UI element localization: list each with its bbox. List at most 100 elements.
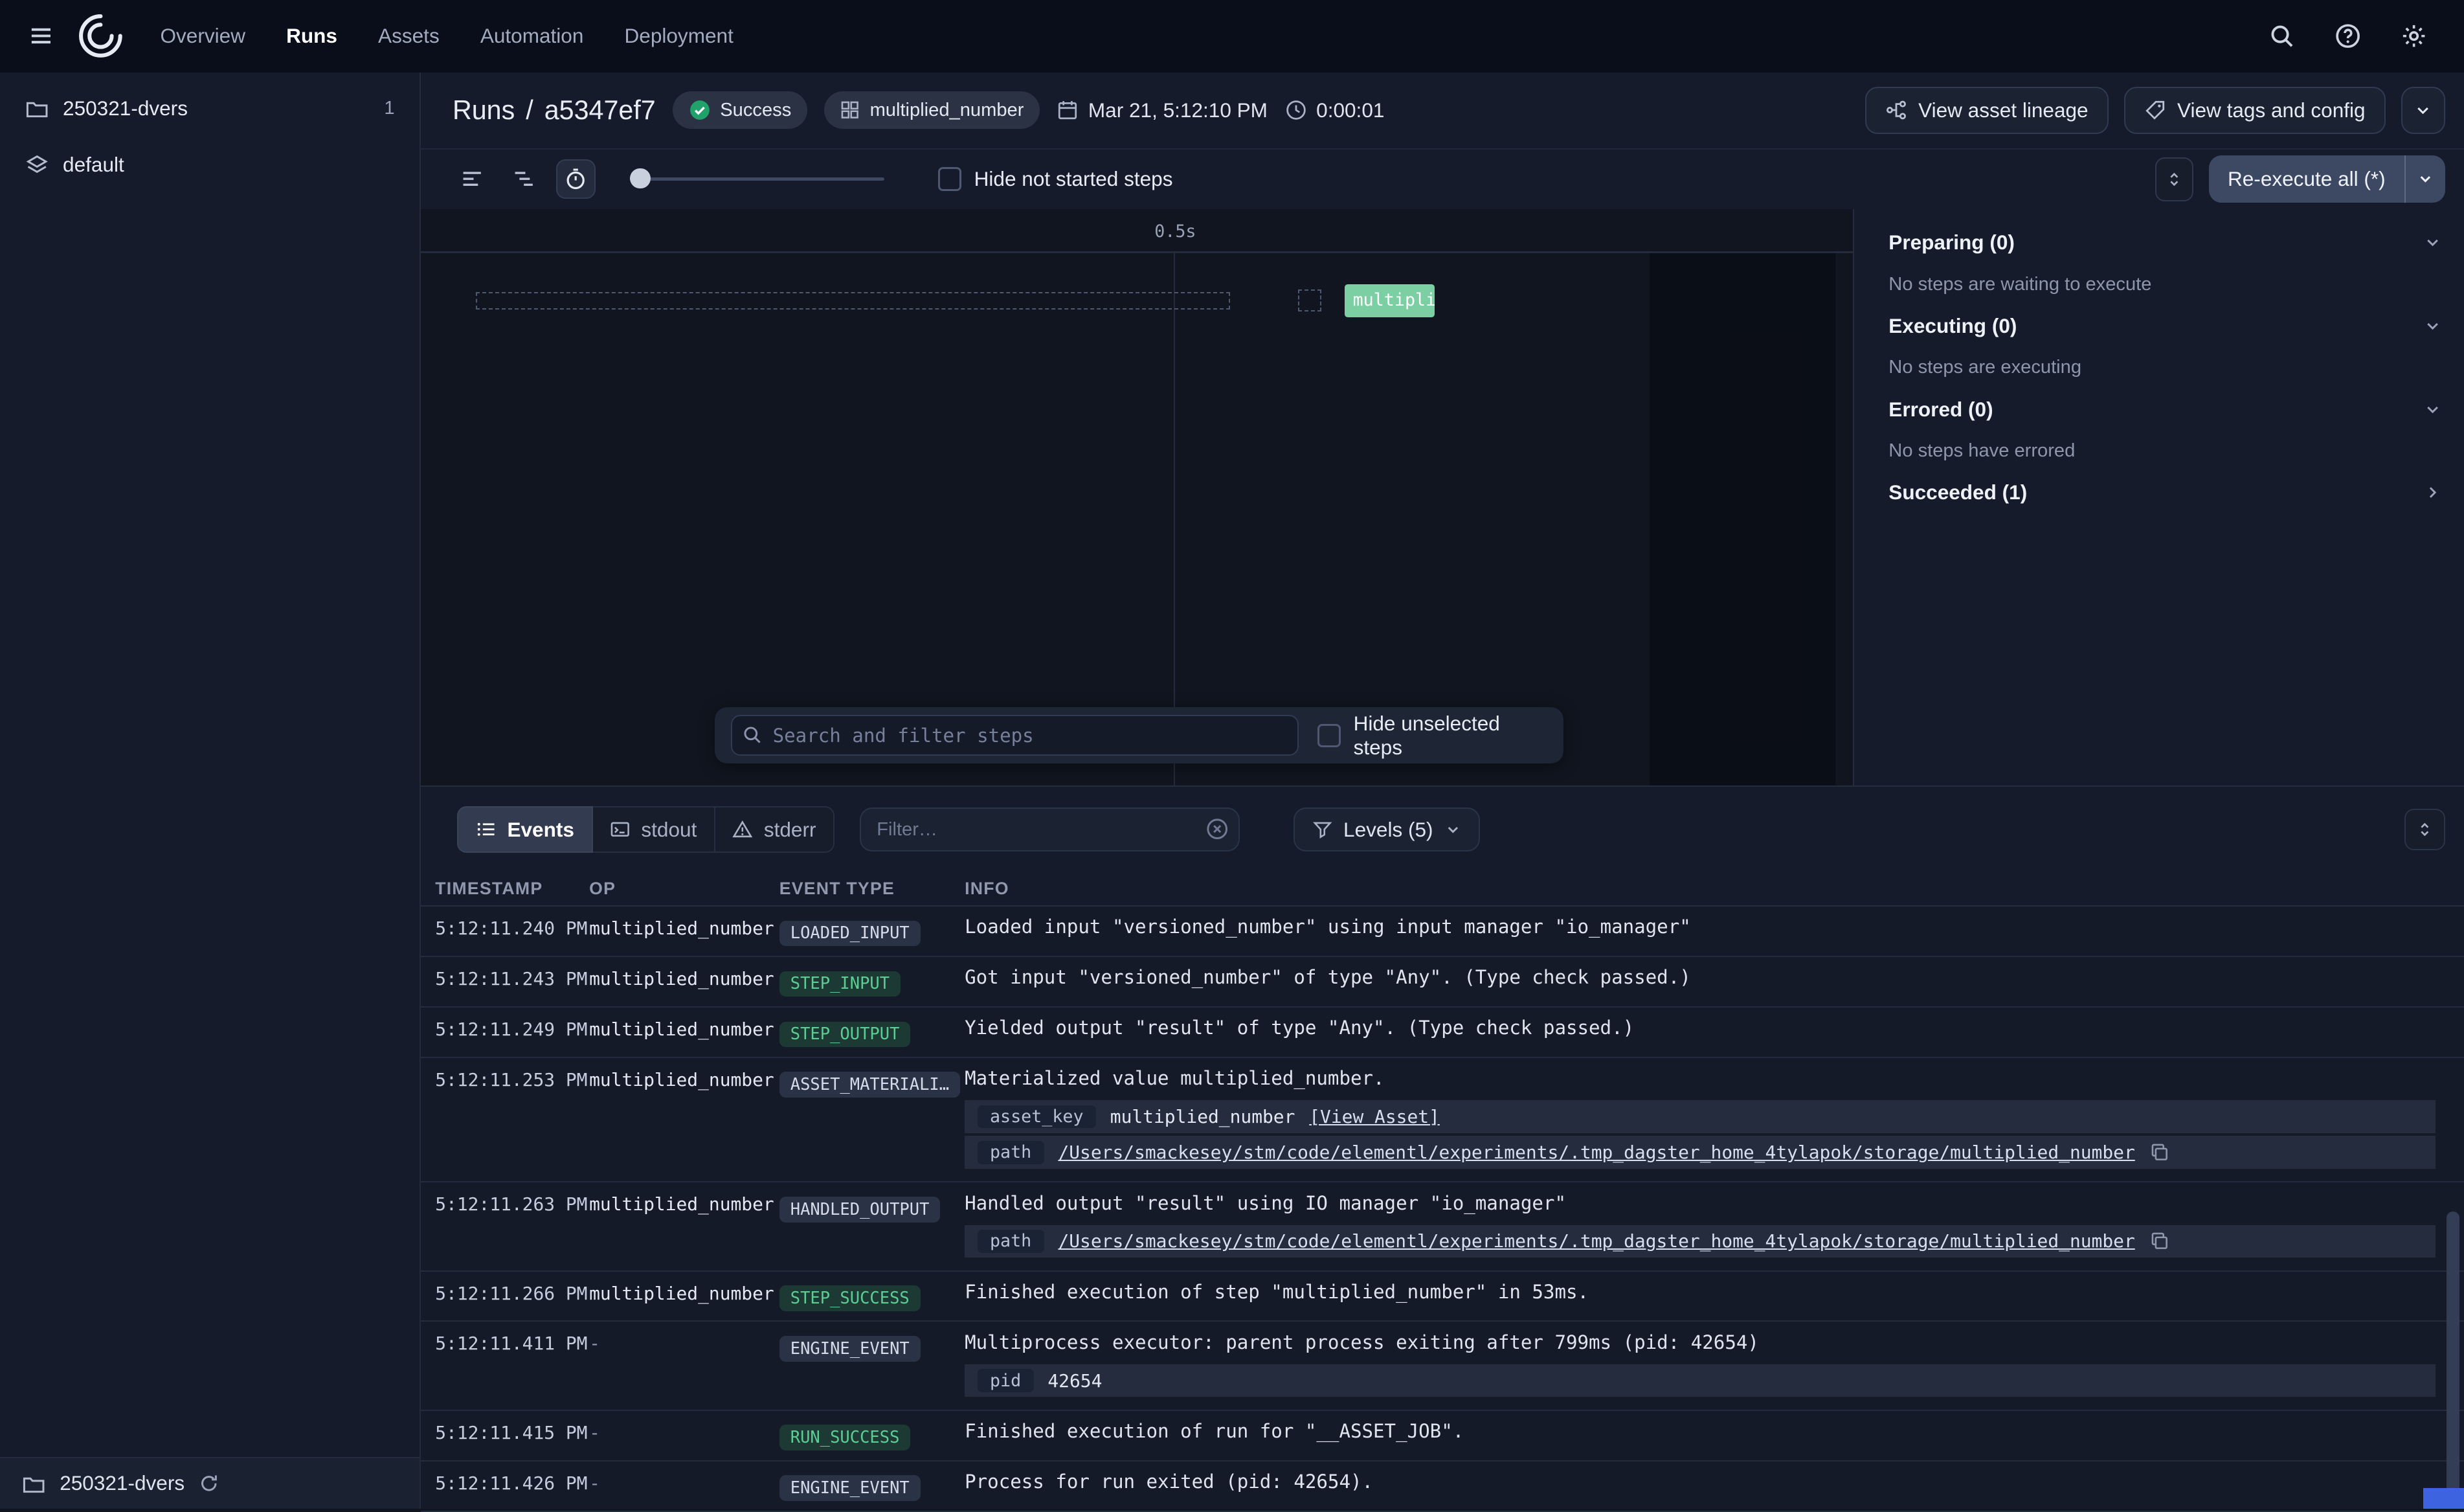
vertical-scrollbar-thumb[interactable]: [2447, 1212, 2459, 1502]
view-tags-config-button[interactable]: View tags and config: [2124, 87, 2386, 134]
gantt-step-bar-succeeded[interactable]: multipli…: [1345, 284, 1434, 317]
event-info: Multiprocess executor: parent process ex…: [965, 1331, 2436, 1353]
meta-rows: path /Users/smackesey/stm/code/elementl/…: [965, 1225, 2436, 1258]
section-errored[interactable]: Errored (0): [1854, 388, 2464, 431]
hide-unselected-label: Hide unselected steps: [1354, 712, 1548, 760]
hide-unselected-checkbox[interactable]: [1317, 724, 1341, 747]
event-timestamp: 5:12:11.249 PM: [435, 1017, 589, 1047]
gantt-clipped-region: [1650, 253, 1835, 786]
event-op: multiplied_number: [589, 1192, 779, 1261]
event-timestamp: 5:12:11.415 PM: [435, 1420, 589, 1450]
section-executing[interactable]: Executing (0): [1854, 305, 2464, 348]
col-op: OP: [589, 879, 779, 899]
gantt-flat-view-toggle[interactable]: [453, 159, 492, 199]
filter-clear-icon[interactable]: [1205, 817, 1229, 841]
event-row: 5:12:11.415 PM - RUN_SUCCESS Finished ex…: [421, 1411, 2464, 1461]
dagster-logo[interactable]: [75, 11, 126, 62]
meta-value: 42654: [1047, 1370, 1102, 1392]
meta-link[interactable]: /Users/smackesey/stm/code/elementl/exper…: [1058, 1230, 2134, 1252]
zoom-slider-knob[interactable]: [630, 168, 651, 189]
meta-key: path: [978, 1141, 1044, 1164]
event-op: -: [589, 1471, 779, 1501]
nav-item-assets[interactable]: Assets: [378, 24, 440, 48]
event-info: Finished execution of run for "__ASSET_J…: [965, 1420, 2436, 1442]
event-timestamp: 5:12:11.253 PM: [435, 1067, 589, 1171]
asset-tag[interactable]: multiplied_number: [824, 91, 1039, 129]
event-timestamp: 5:12:11.263 PM: [435, 1192, 589, 1261]
search-icon[interactable]: [2266, 21, 2298, 52]
tab-stderr[interactable]: stderr: [714, 806, 835, 853]
section-preparing[interactable]: Preparing (0): [1854, 221, 2464, 264]
meta-link[interactable]: [View Asset]: [1309, 1106, 1440, 1127]
chevron-right-icon: [2423, 483, 2442, 502]
view-asset-lineage-button[interactable]: View asset lineage: [1865, 87, 2109, 134]
meta-key: pid: [978, 1369, 1034, 1392]
nav-item-overview[interactable]: Overview: [161, 24, 245, 48]
help-icon[interactable]: [2332, 21, 2364, 52]
gantt-search-bar: Hide unselected steps: [715, 707, 1563, 763]
col-event-type: EVENT TYPE: [779, 879, 965, 899]
chevron-down-icon: [2414, 101, 2432, 120]
workspace-name: 250321-dvers: [63, 96, 188, 120]
event-row: 5:12:11.243 PM multiplied_number STEP_IN…: [421, 957, 2464, 1008]
nav-item-automation[interactable]: Automation: [480, 24, 584, 48]
breadcrumb-runs-link[interactable]: Runs: [453, 95, 515, 126]
gear-icon[interactable]: [2398, 21, 2430, 52]
event-timestamp: 5:12:11.266 PM: [435, 1281, 589, 1311]
event-row: 5:12:11.263 PM multiplied_number HANDLED…: [421, 1182, 2464, 1271]
log-filter-input[interactable]: [860, 807, 1240, 852]
gantt-timed-view-toggle[interactable]: [556, 159, 596, 199]
search-icon: [742, 725, 763, 745]
top-nav-items: Overview Runs Assets Automation Deployme…: [161, 24, 734, 48]
tab-events[interactable]: Events: [457, 806, 592, 853]
reexecute-all-button-group: Re-execute all (*): [2209, 155, 2445, 203]
event-op: -: [589, 1420, 779, 1450]
terminal-icon: [610, 819, 631, 840]
top-nav: Overview Runs Assets Automation Deployme…: [0, 0, 2464, 73]
copy-icon[interactable]: [2149, 1231, 2170, 1252]
chevron-down-icon: [2423, 400, 2442, 419]
reload-icon[interactable]: [199, 1473, 219, 1494]
gantt-waterfall-view-toggle[interactable]: [504, 159, 544, 199]
meta-link[interactable]: /Users/smackesey/stm/code/elementl/exper…: [1058, 1142, 2134, 1163]
sidebar-item-workspace[interactable]: 250321-dvers 1: [0, 88, 420, 129]
nav-item-deployment[interactable]: Deployment: [625, 24, 734, 48]
chevron-down-icon: [2423, 233, 2442, 252]
zoom-slider-track[interactable]: [630, 177, 884, 181]
sidebar: 250321-dvers 1 default 250321-dvers: [0, 73, 421, 1509]
gantt-step-bar-pending[interactable]: [476, 292, 1230, 310]
reexecute-options-caret[interactable]: [2404, 155, 2445, 203]
reexecute-all-button[interactable]: Re-execute all (*): [2209, 155, 2404, 203]
sidebar-footer[interactable]: 250321-dvers: [0, 1457, 420, 1509]
menu-icon[interactable]: [22, 17, 60, 55]
copy-icon[interactable]: [2149, 1142, 2170, 1163]
nav-item-runs[interactable]: Runs: [286, 24, 337, 48]
event-row: 5:12:11.249 PM multiplied_number STEP_OU…: [421, 1008, 2464, 1058]
events-toolbar: Events stdout stderr: [421, 787, 2464, 872]
hide-not-started-checkbox[interactable]: [938, 167, 961, 190]
event-info: Got input "versioned_number" of type "An…: [965, 966, 2436, 988]
event-type-badge: STEP_SUCCESS: [779, 1285, 921, 1311]
filter-funnel-icon: [1312, 819, 1333, 840]
event-type-badge: LOADED_INPUT: [779, 921, 921, 947]
expand-log-panel-button[interactable]: [2404, 809, 2445, 850]
zoom-slider: [630, 163, 884, 195]
sidebar-item-default[interactable]: default: [0, 144, 420, 185]
event-meta-row: pid 42654: [965, 1364, 2436, 1397]
status-badge: Success: [673, 91, 807, 129]
expand-collapse-panel-button[interactable]: [2155, 157, 2193, 201]
step-search-input[interactable]: [731, 715, 1299, 756]
event-type-badge: ENGINE_EVENT: [779, 1475, 921, 1501]
event-row: 5:12:11.240 PM multiplied_number LOADED_…: [421, 907, 2464, 957]
scroll-indicator[interactable]: [2423, 1488, 2464, 1509]
levels-filter-button[interactable]: Levels (5): [1294, 807, 1480, 852]
section-succeeded[interactable]: Succeeded (1): [1854, 471, 2464, 514]
gantt-step-bar-marker[interactable]: [1298, 289, 1321, 311]
log-tabs: Events stdout stderr: [457, 806, 834, 853]
run-actions-menu-button[interactable]: [2401, 87, 2445, 134]
event-row: 5:12:11.426 PM - ENGINE_EVENT Process fo…: [421, 1461, 2464, 1512]
event-row: 5:12:11.411 PM - ENGINE_EVENT Multiproce…: [421, 1322, 2464, 1410]
tab-stdout[interactable]: stdout: [591, 806, 715, 853]
run-duration: 0:00:01: [1285, 98, 1385, 122]
event-info: Process for run exited (pid: 42654).: [965, 1471, 2436, 1493]
